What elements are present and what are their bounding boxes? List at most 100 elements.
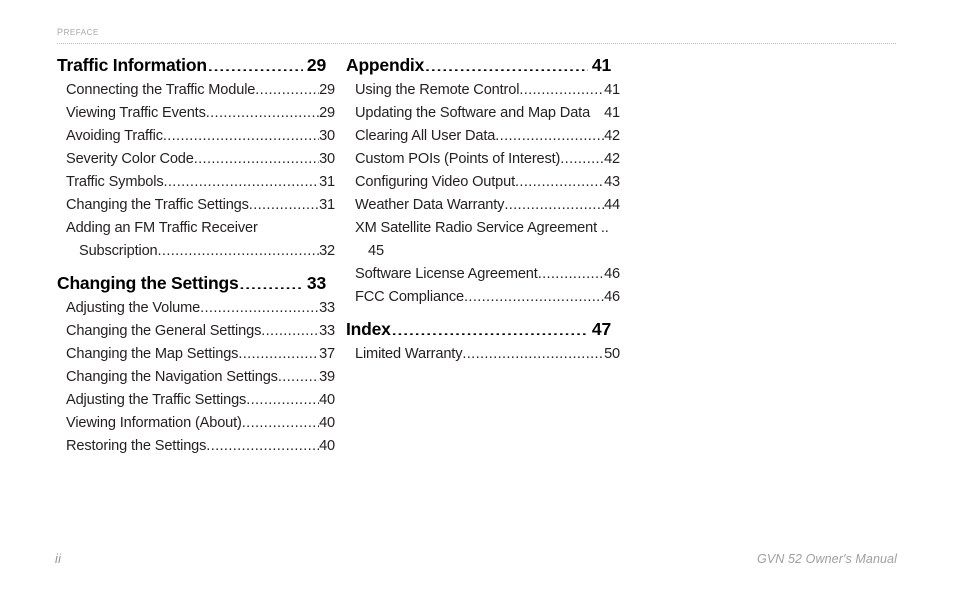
running-header-label: Preface [57, 23, 99, 39]
toc-section-entry[interactable]: FCC Compliance 46 [346, 286, 620, 309]
toc-leader-dots [246, 389, 319, 404]
toc-leader-dots [163, 125, 319, 140]
toc-entry-label: Limited Warranty [355, 346, 463, 362]
toc-entry-label: Custom POIs (Points of Interest) [355, 151, 561, 167]
header-divider [57, 43, 896, 45]
toc-entry-label: Updating the Software and Map Data [355, 105, 591, 121]
toc-leader-dots [515, 171, 604, 186]
toc-section-entry[interactable]: Limited Warranty 50 [346, 343, 620, 366]
toc-chapter-entry[interactable]: Index 47 [346, 316, 611, 343]
toc-entry-page-number: 41 [604, 105, 620, 121]
toc-entry-page-number: 29 [319, 82, 335, 98]
toc-entry-label: Connecting the Traffic Module [66, 82, 256, 98]
toc-chapter-entry[interactable]: Traffic Information 29 [57, 52, 326, 79]
toc-entry-label: Changing the Map Settings [66, 346, 239, 362]
toc-leader-dots [462, 343, 604, 358]
toc-entry-label: Viewing Information (About) [66, 415, 242, 431]
toc-section-entry[interactable]: Adjusting the Volume 33 [57, 297, 335, 320]
toc-section-entry[interactable]: Updating the Software and Map Data 41 [346, 102, 620, 125]
toc-leader-dots [242, 412, 319, 427]
toc-leader-dots [255, 79, 319, 94]
toc-entry-page-number: 43 [604, 174, 620, 190]
toc-leader-dots [538, 263, 604, 278]
toc-leader-dots [261, 320, 319, 335]
toc-entry-page-number: 41 [591, 55, 611, 75]
toc-section-entry[interactable]: Avoiding Traffic 30 [57, 125, 335, 148]
toc-section-entry[interactable]: Changing the Traffic Settings 31 [57, 194, 335, 217]
toc-leader-dots [208, 54, 303, 72]
toc-leader-dots [392, 318, 588, 336]
toc-leader-dots [164, 171, 320, 186]
toc-entry-page-number: 44 [604, 197, 620, 213]
toc-entry-label: Changing the Traffic Settings [66, 197, 249, 213]
toc-entry-page-number: 46 [604, 266, 620, 282]
toc-chapter-entry[interactable]: Changing the Settings 33 [57, 270, 326, 297]
toc-entry-label: Avoiding Traffic [66, 128, 163, 144]
toc-entry-label: Traffic Information [57, 55, 207, 75]
toc-entry-label: Software License Agreement [355, 266, 538, 282]
toc-entry-label: XM Satellite Radio Service Agreement .. [355, 220, 609, 236]
footer-page-number: ii [55, 552, 62, 566]
toc-section-entry[interactable]: Adding an FM Traffic Receiver Subscriptio… [57, 217, 335, 263]
toc-entry-label: Weather Data Warranty [355, 197, 505, 213]
toc-section-entry[interactable]: XM Satellite Radio Service Agreement .. 4… [346, 217, 620, 263]
toc-leader-dots [206, 102, 319, 117]
toc-entry-label: Adjusting the Volume [66, 300, 201, 316]
toc-leader-dots [206, 435, 319, 450]
toc-section-entry[interactable]: Changing the Map Settings 37 [57, 343, 335, 366]
toc-leader-dots [194, 148, 319, 163]
toc-entry-label: Appendix [346, 55, 425, 75]
toc-leader-dots [560, 148, 604, 163]
toc-entry-page-number: 32 [319, 243, 335, 259]
toc-section-entry[interactable]: Clearing All User Data 42 [346, 125, 620, 148]
toc-section-entry[interactable]: Software License Agreement 46 [346, 263, 620, 286]
toc-leader-dots [425, 54, 588, 72]
toc-entry-label: Adjusting the Traffic Settings [66, 392, 247, 408]
toc-chapter-block: Changing the Settings33Adjusting the Vol… [57, 270, 335, 458]
toc-entry-label: Adding an FM Traffic Receiver [66, 220, 258, 236]
toc-entry-label: Severity Color Code [66, 151, 194, 167]
toc-section-entry[interactable]: Traffic Symbols 31 [57, 171, 335, 194]
toc-entry-page-number: 42 [604, 151, 620, 167]
toc-leader-dots [495, 125, 604, 140]
toc-entry-label: Traffic Symbols [66, 174, 164, 190]
toc-entry-page-number: 33 [319, 300, 335, 316]
toc-section-entry[interactable]: Configuring Video Output 43 [346, 171, 620, 194]
toc-leader-dots [200, 297, 319, 312]
toc-leader-dots [249, 194, 319, 209]
toc-entry-label-continued: Subscription [79, 243, 158, 259]
toc-entry-page-number: 33 [306, 273, 326, 293]
toc-entry-page-number: 40 [319, 392, 335, 408]
toc-leader-dots [240, 272, 303, 290]
toc-section-entry[interactable]: Changing the General Settings 33 [57, 320, 335, 343]
running-header: Preface [57, 22, 897, 44]
toc-entry-label: Using the Remote Control [355, 82, 520, 98]
toc-section-entry[interactable]: Viewing Information (About) 40 [57, 412, 335, 435]
toc-section-entry[interactable]: Viewing Traffic Events 29 [57, 102, 335, 125]
toc-entry-page-number: 42 [604, 128, 620, 144]
toc-section-entry[interactable]: Severity Color Code 30 [57, 148, 335, 171]
toc-section-entry[interactable]: Connecting the Traffic Module 29 [57, 79, 335, 102]
toc-leader-dots [238, 343, 319, 358]
toc-entry-page-number: 30 [319, 151, 335, 167]
toc-entry-label: Changing the Navigation Settings [66, 369, 278, 385]
toc-entry-page-number: 29 [319, 105, 335, 121]
toc-chapter-block: Appendix41Using the Remote Control41Upda… [346, 52, 620, 309]
toc-chapter-block: Index 47 Limited Warranty 50 [346, 316, 620, 366]
toc-entry-page-number: 37 [319, 346, 335, 362]
toc-entry-page-number: 39 [319, 369, 335, 385]
toc-entry-label: Clearing All User Data [355, 128, 496, 144]
toc-leader-dots [504, 194, 604, 209]
toc-chapter-entry[interactable]: Appendix 41 [346, 52, 611, 79]
toc-entry-page-number: 30 [319, 128, 335, 144]
toc-section-entry[interactable]: Weather Data Warranty 44 [346, 194, 620, 217]
toc-section-entry[interactable]: Restoring the Settings 40 [57, 435, 335, 458]
toc-section-entry[interactable]: Using the Remote Control 41 [346, 79, 620, 102]
toc-section-entry[interactable]: Changing the Navigation Settings 39 [57, 366, 335, 389]
toc-leader-dots [158, 240, 320, 255]
toc-column-right: Appendix41Using the Remote Control41Upda… [346, 52, 620, 366]
toc-leader-dots [464, 286, 604, 301]
toc-entry-label: Index [346, 319, 391, 339]
toc-section-entry[interactable]: Adjusting the Traffic Settings 40 [57, 389, 335, 412]
toc-section-entry[interactable]: Custom POIs (Points of Interest) 42 [346, 148, 620, 171]
